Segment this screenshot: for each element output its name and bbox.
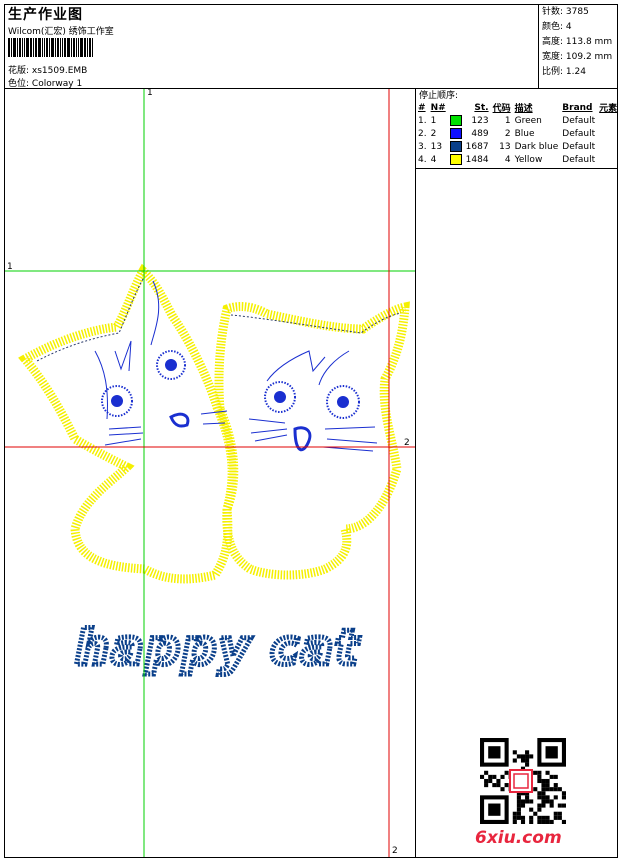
- col-element: 元素: [599, 104, 618, 114]
- design-text: happy cat: [75, 620, 360, 676]
- col-stitches: St.: [474, 102, 489, 113]
- watermark: 6xiu.com: [475, 828, 562, 848]
- page-title: 生产作业图: [8, 7, 83, 23]
- color-swatch: [449, 154, 462, 165]
- cat-left-face: [94, 280, 228, 446]
- design-canvas: happy cat: [5, 89, 415, 857]
- table-row: 1. 1 123 1 Green Default: [418, 115, 596, 126]
- stat-height: 高度: 113.8 mm: [542, 37, 613, 47]
- table-row: 2. 2 489 2 Blue Default: [418, 128, 596, 139]
- thread-table: # N# St. 代码 描述 Brand 元素 1. 1 123 1 Green De…: [416, 101, 619, 166]
- color-swatch: [449, 141, 462, 152]
- col-needle: N#: [430, 102, 446, 113]
- guide-label-red-v: 2: [392, 846, 398, 856]
- stat-colors: 颜色: 4: [542, 22, 572, 32]
- cat-left-outline: [18, 263, 237, 584]
- design-label: 花版:: [8, 66, 30, 76]
- stat-scale: 比例: 1.24: [542, 67, 586, 77]
- cat-right-nose: [293, 426, 312, 452]
- panel-table-divider: [415, 168, 618, 169]
- col-index: #: [418, 102, 426, 113]
- stats-block: 针数: 3785 颜色: 4 高度: 113.8 mm 宽度: 109.2 mm…: [542, 5, 612, 80]
- design-line: 花版: xs1509.EMB: [8, 63, 87, 76]
- stop-sequence-title: 停止顺序:: [419, 91, 459, 101]
- barcode: [8, 38, 108, 57]
- panel-divider: [415, 88, 416, 858]
- col-brand: Brand: [562, 102, 593, 113]
- stat-stitches: 针数: 3785: [542, 7, 589, 17]
- qr-code: [480, 738, 566, 824]
- stats-divider: [538, 4, 539, 88]
- col-desc: 描述: [514, 104, 533, 114]
- cat-left-nose: [169, 412, 190, 428]
- cat-eyes: [101, 350, 360, 419]
- col-swatch: [448, 101, 464, 114]
- design-value: xs1509.EMB: [31, 66, 88, 76]
- table-row: 4. 4 1484 4 Yellow Default: [418, 154, 596, 165]
- cat-right-face: [248, 350, 378, 452]
- table-row: 3. 13 1687 13 Dark blue Default: [418, 141, 596, 152]
- color-swatch: [449, 128, 462, 139]
- col-code: 代码: [492, 104, 511, 114]
- color-swatch: [449, 115, 462, 126]
- stat-width: 宽度: 109.2 mm: [542, 52, 613, 62]
- cat-right-outline: [214, 301, 410, 580]
- guide-label-red-h: 2: [404, 438, 410, 448]
- guide-label-green-h: 1: [7, 262, 13, 272]
- company-name: Wilcom(汇宏) 绣饰工作室: [8, 27, 114, 37]
- guide-label-green-v: 1: [147, 88, 153, 98]
